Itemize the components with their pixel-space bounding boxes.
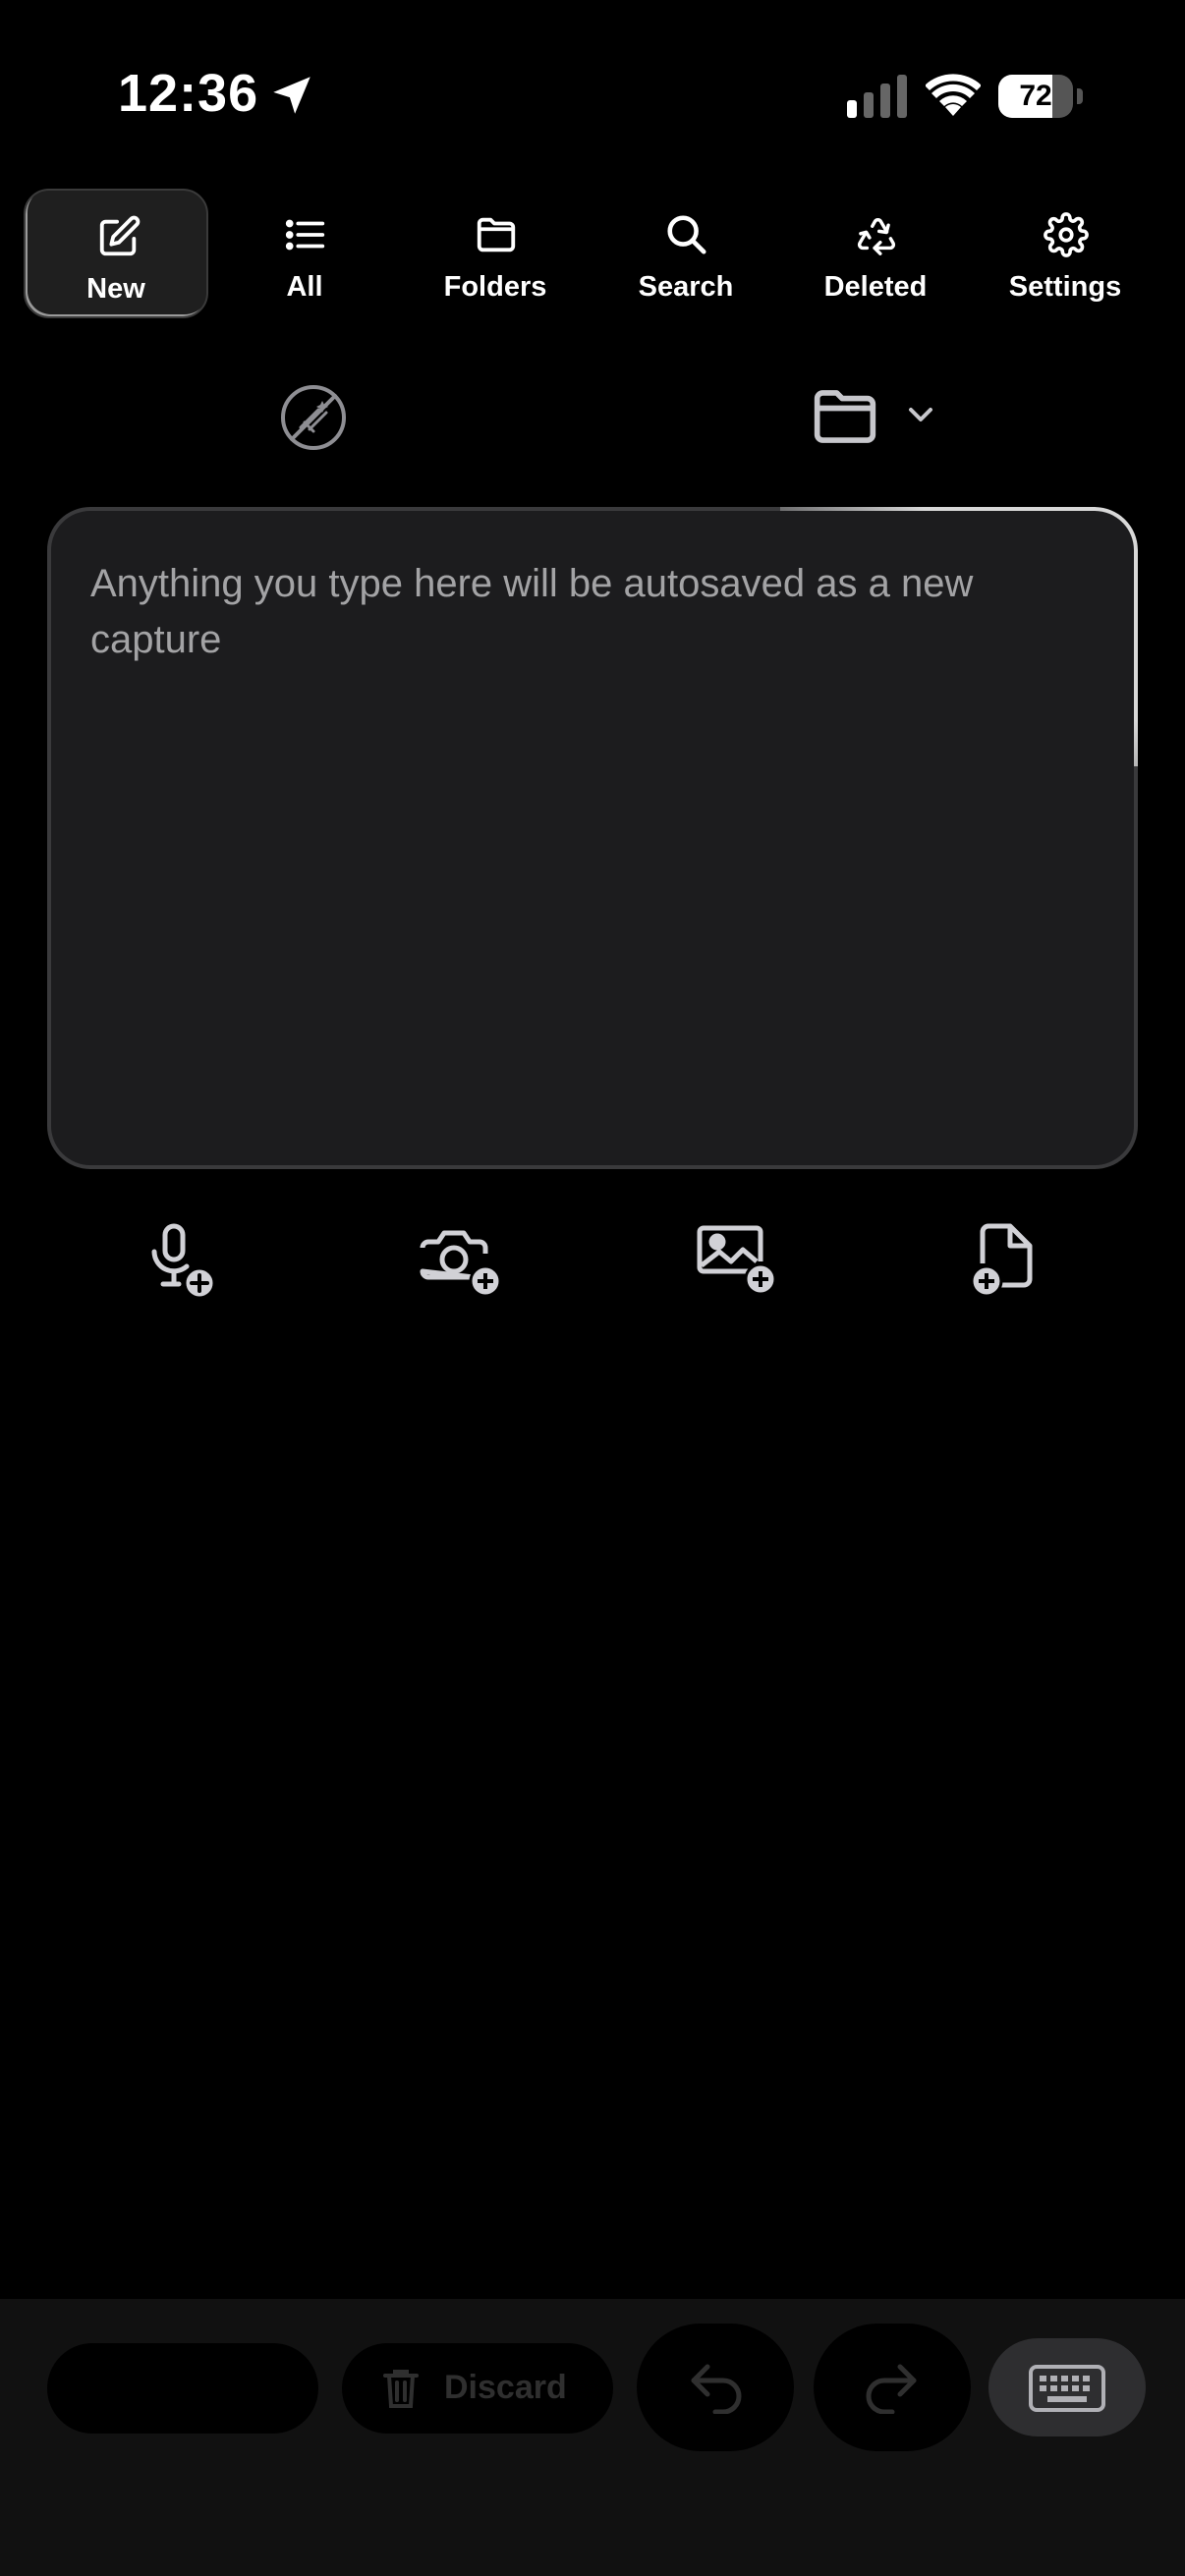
- cellular-signal-icon: [847, 75, 907, 118]
- tab-label: New: [86, 273, 145, 305]
- recycle-icon: [857, 218, 896, 255]
- undo-icon: [691, 2364, 742, 2414]
- add-audio-icon[interactable]: [145, 1222, 220, 1301]
- tab-new[interactable]: New: [24, 189, 208, 318]
- add-file-icon[interactable]: [969, 1222, 1038, 1301]
- add-image-icon[interactable]: [696, 1222, 780, 1301]
- tab-settings[interactable]: Settings: [973, 189, 1157, 318]
- add-photo-camera-icon[interactable]: [417, 1222, 505, 1301]
- ai-disabled-icon[interactable]: [279, 383, 348, 452]
- compose-icon: [99, 215, 141, 256]
- status-bar: 12:36 72: [0, 0, 1185, 187]
- folder-icon: [477, 217, 516, 252]
- clock: 12:36: [118, 64, 259, 123]
- battery-percent: 72: [1019, 80, 1052, 112]
- redo-button[interactable]: [814, 2324, 971, 2451]
- tab-label: All: [286, 271, 323, 303]
- capture-input[interactable]: [88, 554, 1085, 1128]
- redo-icon: [866, 2364, 917, 2414]
- gear-icon: [1044, 212, 1089, 257]
- tab-label: Folders: [443, 271, 547, 303]
- keyboard-icon: [1029, 2365, 1105, 2412]
- list-icon: [285, 219, 325, 251]
- tab-deleted[interactable]: Deleted: [783, 189, 968, 318]
- chevron-down-icon: [909, 408, 932, 421]
- tab-label: Settings: [1008, 271, 1122, 303]
- trash-icon: [383, 2370, 419, 2408]
- undo-button[interactable]: [637, 2324, 794, 2451]
- discard-label: Discard: [444, 2369, 567, 2406]
- tab-search[interactable]: Search: [593, 189, 778, 318]
- folder-picker-button[interactable]: [812, 383, 943, 452]
- save-button[interactable]: [47, 2343, 318, 2434]
- bottom-toolbar: Discard: [0, 2299, 1185, 2576]
- tab-folders[interactable]: Folders: [403, 189, 588, 318]
- tab-all[interactable]: All: [212, 189, 397, 318]
- keyboard-toggle-button[interactable]: [988, 2338, 1146, 2436]
- discard-button[interactable]: Discard: [342, 2343, 613, 2434]
- location-arrow-icon: [273, 77, 310, 114]
- battery-indicator: 72: [998, 75, 1083, 118]
- search-icon: [667, 215, 706, 254]
- tab-label: Deleted: [823, 271, 928, 303]
- top-nav: New All Folders Search Deleted Settings: [0, 187, 1185, 324]
- folder-picker-icon: [814, 390, 876, 443]
- wifi-icon: [926, 74, 981, 116]
- capture-editor: [47, 507, 1138, 1169]
- tab-label: Search: [638, 271, 734, 303]
